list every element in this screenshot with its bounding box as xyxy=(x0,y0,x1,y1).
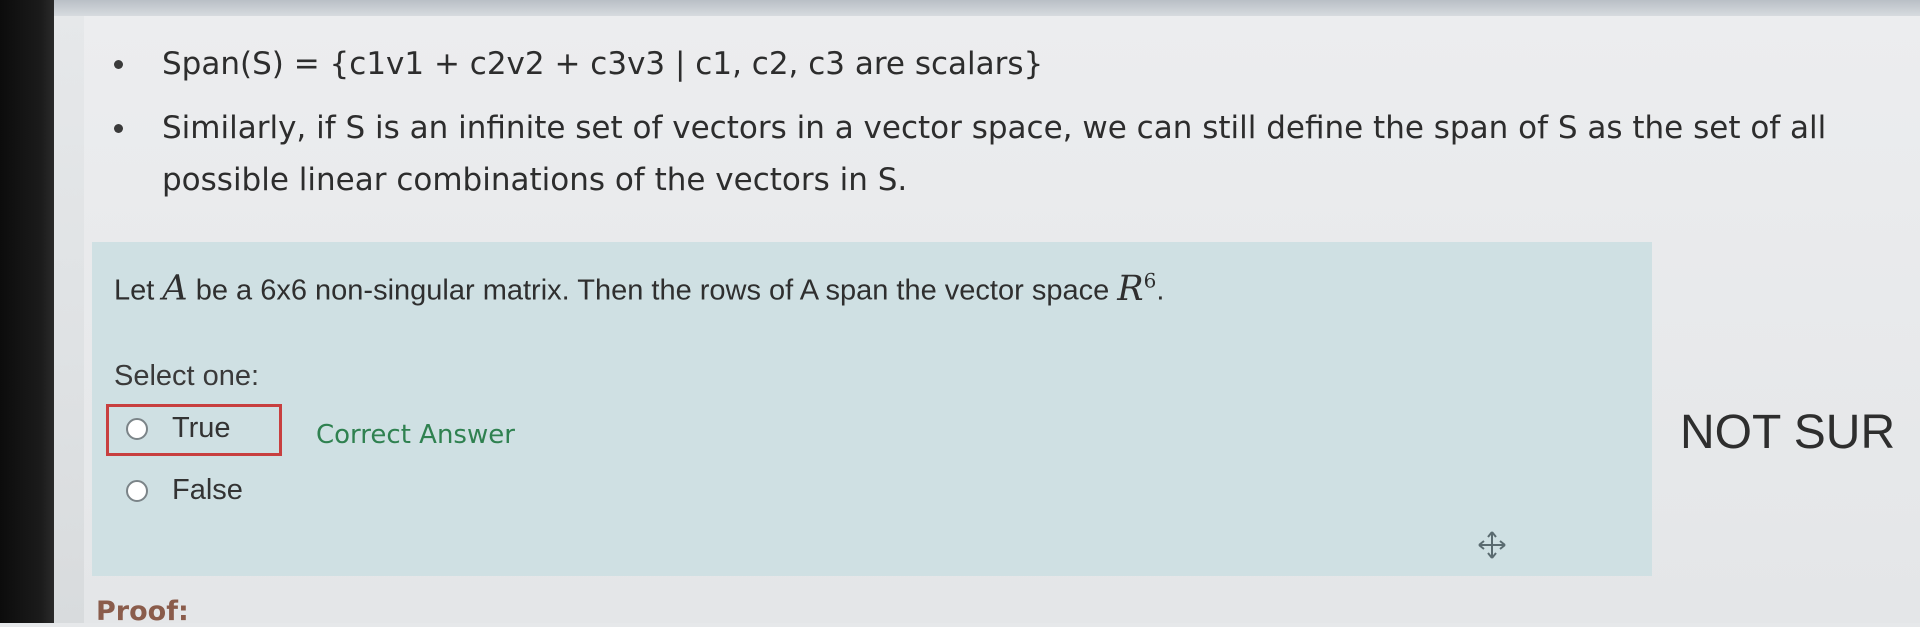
side-note: NOT SUR xyxy=(1680,406,1896,459)
question-panel: Let A be a 6x6 non-singular matrix. Then… xyxy=(92,242,1652,576)
radio-false[interactable] xyxy=(126,479,148,502)
correct-answer-label: Correct Answer xyxy=(316,420,515,450)
bullet-icon xyxy=(114,124,123,133)
question-prefix: Let xyxy=(114,274,155,307)
radio-true[interactable] xyxy=(126,417,148,440)
note-infinite-set: Similarly, if S is an infinite set of ve… xyxy=(110,102,1900,206)
vector-space-symbol: R6 xyxy=(1117,268,1157,309)
question-text: Let A be a 6x6 non-singular matrix. Then… xyxy=(114,268,1164,309)
screen-top-edge xyxy=(54,0,1920,16)
select-prompt: Select one: xyxy=(114,360,260,392)
question-middle: be a 6x6 non-singular matrix. Then the r… xyxy=(195,274,1110,307)
note-span-formula: Span(S) = {c1v1 + c2v2 + c3v3 | c1, c2, … xyxy=(110,38,1900,90)
note-span-formula-text: Span(S) = {c1v1 + c2v2 + c3v3 | c1, c2, … xyxy=(162,46,1044,82)
option-false[interactable]: False xyxy=(126,474,243,507)
screen-bezel-left xyxy=(0,0,54,623)
note-infinite-set-text: Similarly, if S is an infinite set of ve… xyxy=(162,110,1827,198)
vector-space-letter: R xyxy=(1117,268,1144,309)
option-true[interactable]: True xyxy=(126,412,231,445)
matrix-symbol: A xyxy=(162,268,188,309)
vector-space-exponent: 6 xyxy=(1143,268,1157,292)
option-false-label[interactable]: False xyxy=(172,474,243,507)
bullet-icon xyxy=(114,60,123,69)
question-suffix: . xyxy=(1156,274,1165,307)
notes-list: Span(S) = {c1v1 + c2v2 + c3v3 | c1, c2, … xyxy=(110,38,1900,206)
move-cursor-icon xyxy=(1478,531,1506,559)
proof-label: Proof: xyxy=(96,596,189,627)
option-true-label[interactable]: True xyxy=(172,412,231,445)
